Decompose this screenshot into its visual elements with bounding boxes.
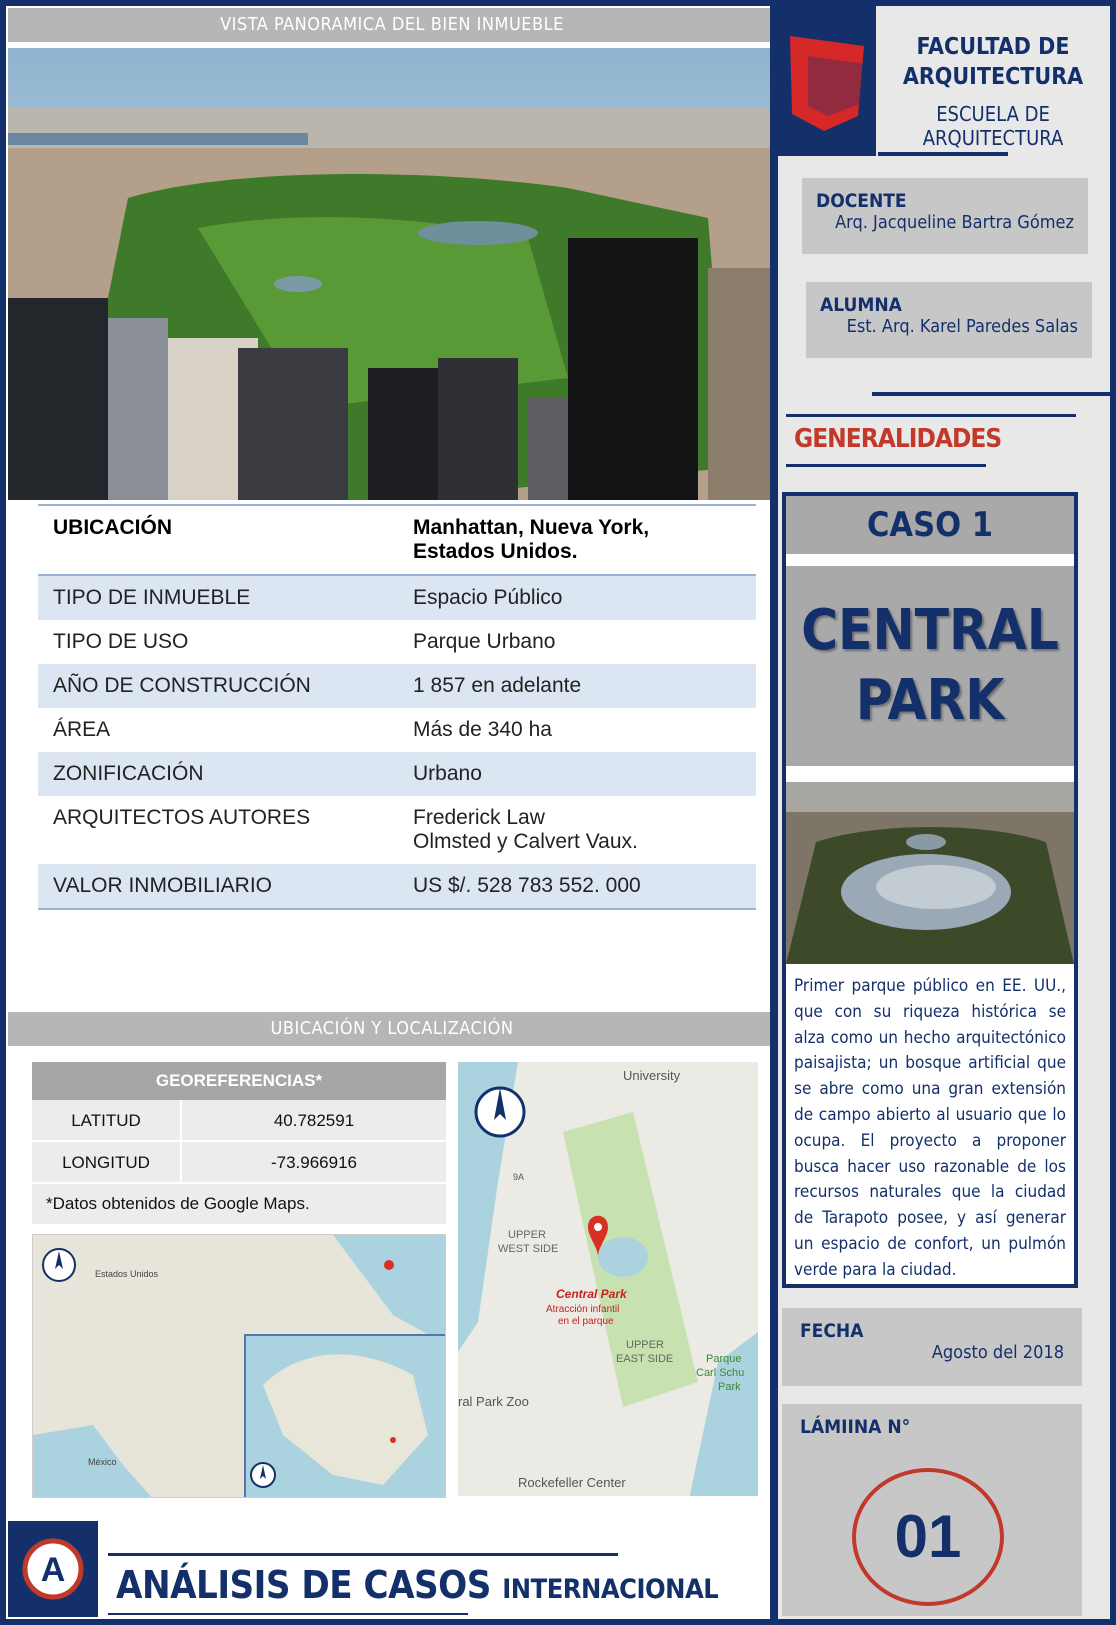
panorama-band: VISTA PANORAMICA DEL BIEN INMUEBLE [8,8,776,42]
table-row: ÁREA Más de 340 ha [38,708,756,752]
generalidades-divider-right [872,392,1110,396]
row-value: Más de 340 ha [413,718,552,741]
geo-title: GEOREFERENCIAS* [32,1062,446,1100]
row-value-line: Frederick Law [413,806,545,829]
table-row: ZONIFICACIÓN Urbano [38,752,756,796]
geo-note: *Datos obtenidos de Google Maps. [32,1184,446,1224]
case-name-line2: PARK [855,668,1005,733]
fecha-value: Agosto del 2018 [931,1342,1064,1363]
geo-value: -73.966916 [270,1153,358,1172]
table-row: VALOR INMOBILIARIO US $/. 528 783 552. 0… [38,864,756,910]
generalidades-divider-top [786,414,1076,417]
row-key: AÑO DE CONSTRUCCIÓN [53,674,311,697]
row-value-line: Estados Unidos. [413,540,578,563]
case-description: Primer parque público en EE. UU., que co… [794,976,1066,1280]
local-map: University UPPER WEST SIDE Central Park … [458,1062,758,1496]
map-label-upper-west: UPPER [508,1229,546,1241]
footer-logo-letter: A [41,1551,66,1589]
row-key: VALOR INMOBILIARIO [53,874,272,897]
georeference-table: GEOREFERENCIAS* LATITUD 40.782591 LONGIT… [32,1062,446,1224]
row-value: 1 857 en adelante [413,674,582,697]
case-name: CENTRAL PARK [786,566,1074,766]
row-value: Frederick Law Olmsted y Calvert Vaux. [413,806,741,854]
map-label-route: 9A [513,1172,524,1182]
map-label-upper-east-2: EAST SIDE [616,1353,673,1365]
row-key: TIPO DE INMUEBLE [53,586,251,609]
table-row: TIPO DE INMUEBLE Espacio Público [38,576,756,620]
faculty-line1: FACULTAD DE [916,34,1070,60]
map-label-parque: Parque [706,1353,741,1365]
case-title: CASO 1 [786,496,1074,554]
geo-key: LONGITUD [32,1142,182,1182]
row-key: ARQUITECTOS AUTORES [53,806,311,829]
alumna-value: Est. Arq. Karel Paredes Salas [846,316,1078,337]
row-key: TIPO DE USO [53,630,189,653]
fecha-card: FECHA Agosto del 2018 [782,1308,1082,1386]
geo-row-longitude: LONGITUD -73.966916 [32,1142,446,1184]
faculty-header: FACULTAD DE ARQUITECTURA ESCUELA DE ARQU… [878,32,1108,150]
column-divider [770,6,778,1619]
docente-value: Arq. Jacqueline Bartra Gómez [835,212,1074,233]
map-label-mexico: México [88,1457,117,1467]
row-value: Urbano [413,762,482,785]
docente-card: DOCENTE Arq. Jacqueline Bartra Gómez [802,178,1088,254]
property-info-table: UBICACIÓN Manhattan, Nueva York, Estados… [38,504,756,910]
row-key: UBICACIÓN [53,516,172,539]
case-card: CASO 1 CENTRAL PARK Primer parque públic… [782,492,1078,1288]
table-row: ARQUITECTOS AUTORES Frederick Law Olmste… [38,796,756,864]
table-row: AÑO DE CONSTRUCCIÓN 1 857 en adelante [38,664,756,708]
map-label-parque-2: Carl Schu [696,1367,744,1379]
row-value: Manhattan, Nueva York, Estados Unidos. [413,516,741,564]
map-label-rockefeller: Rockefeller Center [518,1475,626,1490]
geo-value: 40.782591 [273,1111,355,1130]
footer-title-main: ANÁLISIS DE CASOS [116,1563,503,1607]
fecha-label: FECHA [800,1320,864,1342]
map-label-us: Estados Unidos [95,1269,159,1279]
generalidades-title: GENERALIDADES [794,424,1002,454]
generalidades-divider-bottom [786,464,986,467]
location-band: UBICACIÓN Y LOCALIZACIÓN [8,1012,776,1046]
lamina-number: 01 [852,1468,1004,1606]
row-value-line: Manhattan, Nueva York, [413,516,650,539]
map-label-atraccion: Atracción infantil [546,1304,619,1315]
faculty-divider [878,152,1008,156]
case-aerial-photo [786,782,1074,964]
footer-divider-bottom [108,1613,468,1615]
alumna-card: ALUMNA Est. Arq. Karel Paredes Salas [806,282,1092,358]
row-key: ZONIFICACIÓN [53,762,204,785]
geo-key: LATITUD [32,1100,182,1140]
lamina-label: LÁMIINA N° [800,1416,911,1438]
lamina-card: LÁMIINA N° 01 [782,1404,1082,1616]
map-label-university: University [623,1068,681,1083]
map-label-zoo: ral Park Zoo [458,1394,529,1409]
geo-row-latitude: LATITUD 40.782591 [32,1100,446,1142]
map-label-upper-east: UPPER [626,1339,664,1351]
row-value-line: Olmsted y Calvert Vaux. [413,830,638,853]
school-name: ESCUELA DE ARQUITECTURA [922,102,1064,150]
map-label-atraccion-2: en el parque [558,1316,614,1327]
regional-map: Estados Unidos México [32,1234,446,1498]
right-column: FACULTAD DE ARQUITECTURA ESCUELA DE ARQU… [778,6,1110,1619]
row-value: US $/. 528 783 552. 000 [413,874,641,897]
row-value: Espacio Público [413,586,563,609]
row-key: ÁREA [53,718,111,741]
map-label-upper-west-2: WEST SIDE [498,1243,558,1255]
university-logo [778,6,876,156]
alumna-label: ALUMNA [820,294,902,316]
map-label-parque-3: Park [718,1381,741,1393]
footer-logo: A [8,1521,98,1617]
footer-title: ANÁLISIS DE CASOS INTERNACIONAL [116,1563,719,1607]
footer-divider [108,1553,618,1556]
map-label-central-park: Central Park [556,1287,628,1301]
faculty-line2: ARQUITECTURA [902,64,1084,90]
case-name-line1: CENTRAL [801,598,1059,663]
left-column: VISTA PANORAMICA DEL BIEN INMUEBLE UBICA… [8,8,776,1617]
row-value: Parque Urbano [413,630,556,653]
table-row: TIPO DE USO Parque Urbano [38,620,756,664]
table-row: UBICACIÓN Manhattan, Nueva York, Estados… [38,506,756,576]
footer-title-small: INTERNACIONAL [502,1574,719,1605]
docente-label: DOCENTE [816,190,907,212]
panorama-photo [8,48,776,500]
